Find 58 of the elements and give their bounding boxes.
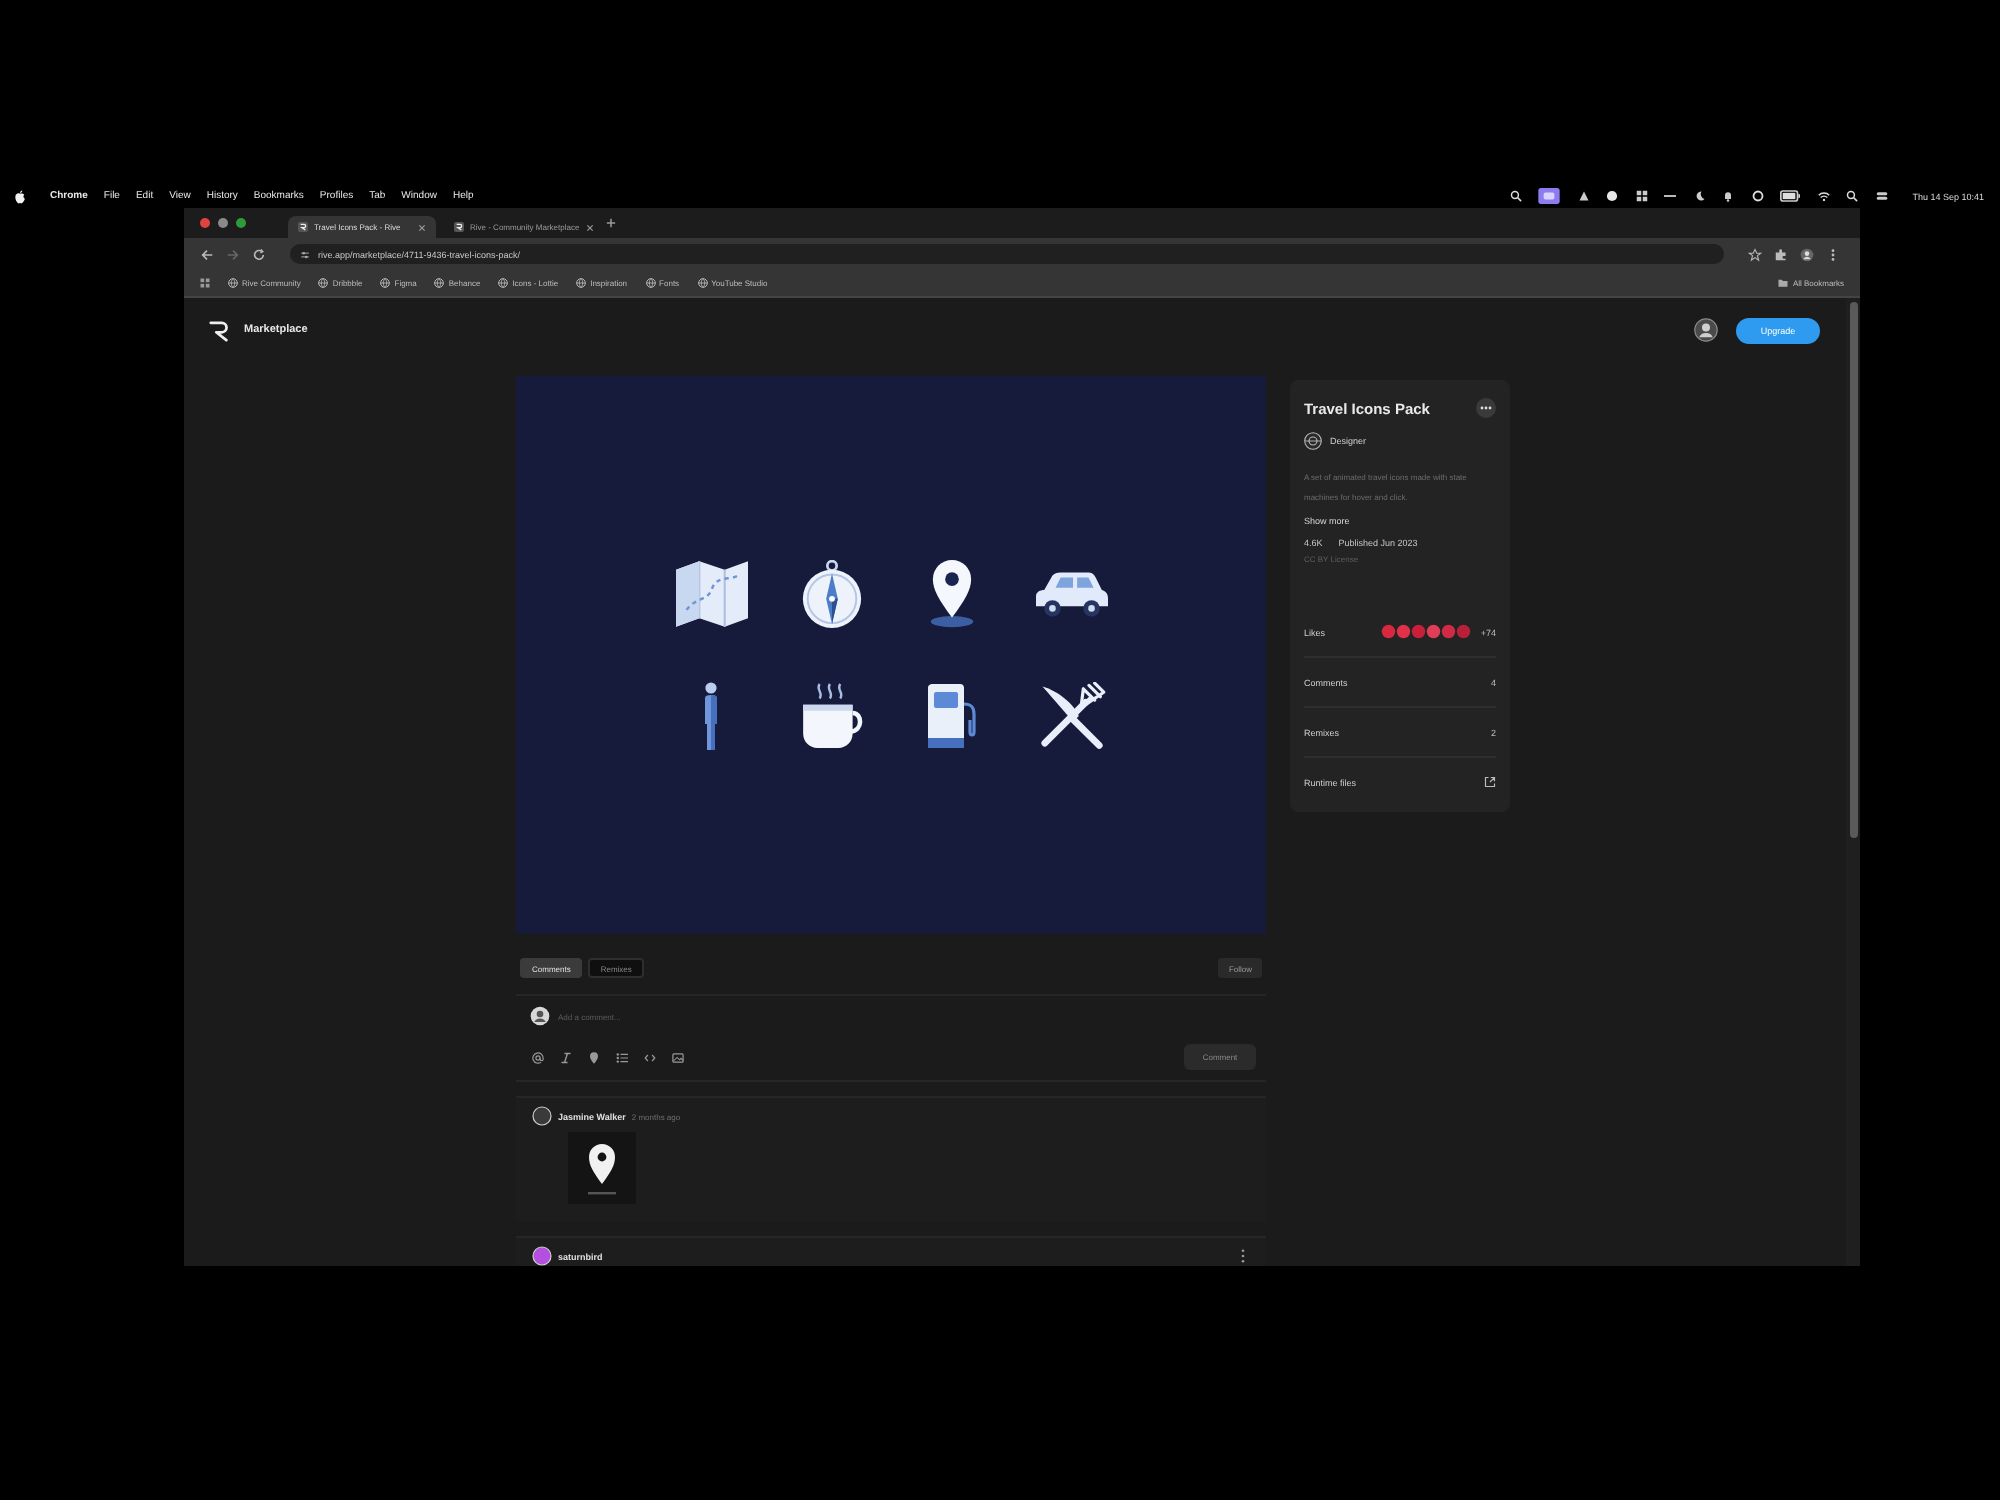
close-icon[interactable] bbox=[418, 223, 426, 231]
close-dot-icon[interactable] bbox=[200, 218, 210, 228]
wifi-icon[interactable] bbox=[1817, 190, 1830, 202]
globe-icon bbox=[576, 278, 587, 288]
toggle-icon[interactable] bbox=[1875, 190, 1888, 202]
italic-icon[interactable] bbox=[560, 1051, 572, 1063]
minimize-dot-icon[interactable] bbox=[218, 218, 228, 228]
code-icon[interactable] bbox=[644, 1051, 656, 1063]
fork-and-knife-icon bbox=[1035, 682, 1107, 750]
bell-icon[interactable] bbox=[1722, 190, 1735, 202]
reload-icon[interactable] bbox=[252, 247, 266, 261]
map-icon bbox=[675, 560, 747, 628]
app-tile-icon[interactable] bbox=[1538, 188, 1561, 204]
grid-icon[interactable] bbox=[1635, 190, 1648, 202]
search-icon[interactable] bbox=[1509, 190, 1522, 202]
profile-icon[interactable] bbox=[1800, 247, 1814, 261]
dash-icon[interactable] bbox=[1664, 190, 1677, 202]
back-arrow-icon[interactable] bbox=[200, 247, 214, 261]
moon-icon[interactable] bbox=[1693, 190, 1706, 202]
triangle-icon[interactable] bbox=[1577, 190, 1590, 202]
external-link-icon[interactable] bbox=[1484, 776, 1496, 788]
logo-icon[interactable] bbox=[208, 319, 230, 341]
user-avatar-icon bbox=[530, 1006, 550, 1026]
attached-pin-image[interactable] bbox=[568, 1132, 636, 1204]
circle-icon[interactable] bbox=[1606, 190, 1619, 202]
close-icon[interactable] bbox=[585, 223, 594, 231]
globe-icon bbox=[498, 278, 509, 288]
globe-icon bbox=[380, 278, 391, 288]
standing-person-icon bbox=[704, 682, 718, 750]
zoom-dot-icon[interactable] bbox=[236, 218, 246, 228]
avatar-stack-icon[interactable] bbox=[1380, 624, 1473, 640]
scrollbar[interactable] bbox=[1849, 302, 1857, 838]
search-icon[interactable] bbox=[1846, 190, 1859, 202]
globe-icon bbox=[645, 278, 656, 288]
globe-icon bbox=[318, 278, 329, 288]
apps-grid-icon[interactable] bbox=[200, 278, 210, 288]
more-options-icon[interactable] bbox=[1240, 1248, 1246, 1264]
star-icon[interactable] bbox=[1748, 247, 1762, 261]
list-icon[interactable] bbox=[616, 1051, 628, 1063]
favicon-icon bbox=[298, 222, 308, 232]
user-avatar-icon[interactable] bbox=[1694, 318, 1718, 342]
mention-icon[interactable] bbox=[532, 1051, 544, 1063]
new-tab-icon[interactable] bbox=[606, 218, 616, 228]
puzzle-icon[interactable] bbox=[1774, 247, 1788, 261]
globe-icon bbox=[228, 278, 238, 288]
ring-icon[interactable] bbox=[1751, 190, 1764, 202]
globe-icon bbox=[697, 278, 708, 288]
favicon-icon bbox=[454, 222, 464, 232]
apple-logo-icon[interactable] bbox=[14, 189, 26, 203]
folder-icon bbox=[1778, 278, 1789, 288]
pin-icon[interactable] bbox=[588, 1051, 600, 1063]
menu-dots-icon[interactable] bbox=[1826, 247, 1840, 261]
battery-icon[interactable] bbox=[1780, 190, 1801, 202]
more-icon[interactable] bbox=[1476, 398, 1496, 418]
image-icon[interactable] bbox=[672, 1051, 684, 1063]
author-avatar-icon[interactable] bbox=[1304, 432, 1322, 450]
globe-icon bbox=[434, 278, 445, 288]
tune-icon[interactable] bbox=[300, 249, 310, 259]
